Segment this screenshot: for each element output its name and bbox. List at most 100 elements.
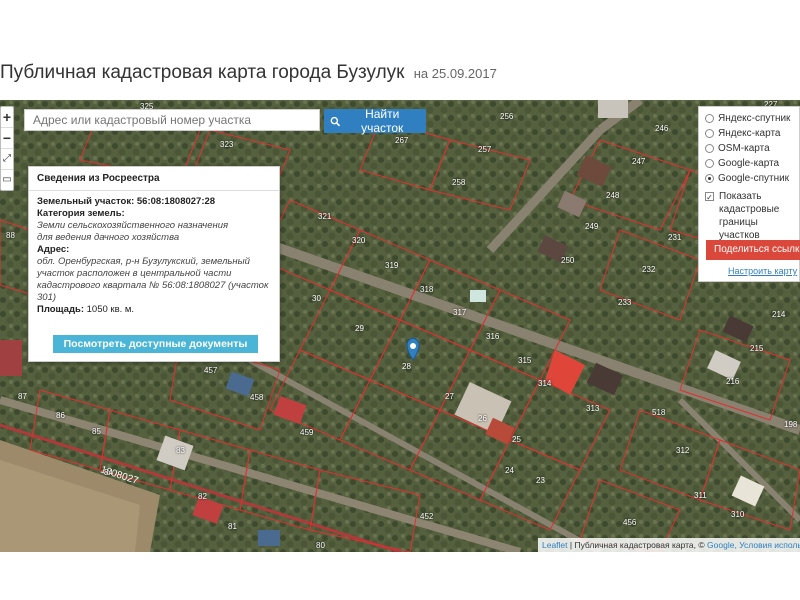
parcel-label: 28 [402,362,411,371]
copyright-icon: © [698,540,705,550]
parcel-label: 313 [586,404,600,413]
layer-option-label: Google-карта [718,158,780,169]
google-link[interactable]: Google, [707,540,737,550]
category-label: Категория земель: [37,208,125,219]
area-value: 1050 кв. м. [86,304,135,315]
parcel-label: 459 [300,428,314,437]
parcel-label: 84 [104,468,113,477]
share-link-button[interactable]: Поделиться ссылкой [706,240,800,260]
parcel-number: 56:08:1808027:28 [136,196,216,207]
map-attribution: Leaflet | Публичная кадастровая карта, ©… [538,538,800,552]
checkbox-checked-icon: ✓ [705,192,714,202]
address-label: Адрес: [37,244,70,255]
layer-option-label: Яндекс-спутник [718,113,791,124]
address-value: обл. Оренбургская, р-н Бузулукский, земе… [37,256,269,303]
layer-option-osm-map[interactable]: OSM-карта [699,141,799,156]
category-line1: Земли сельскохозяйственного назначения [37,220,229,231]
parcel-label: 310 [731,510,745,519]
show-borders-label: Показать кадастровые границы участков [719,191,780,241]
leaflet-link[interactable]: Leaflet [542,540,568,550]
parcel-label: 231 [668,233,682,242]
parcel-label: 250 [561,256,575,265]
category-line2: для ведения дачного хозяйства [37,232,180,243]
zoom-control: + − ⤢ ▭ [0,106,14,191]
radio-icon [705,129,714,138]
parcel-label: 256 [500,112,514,121]
view-documents-button[interactable]: Посмотреть доступные документы [53,335,258,353]
parcel-label: 312 [676,446,690,455]
parcel-label: 233 [618,298,632,307]
parcel-label: 248 [606,191,620,200]
radio-icon [705,144,714,153]
parcel-label: 258 [452,178,466,187]
parcel-label: 25 [512,435,521,444]
show-borders-checkbox[interactable]: ✓ Показать кадастровые границы участков [699,186,799,242]
radio-selected-icon [705,174,714,183]
find-parcel-button[interactable]: Найти участок [324,107,426,135]
parcel-label: 23 [536,476,545,485]
parcel-label: 29 [355,324,364,333]
parcel-label: 452 [420,512,434,521]
terms-link[interactable]: Условия использования [739,540,800,550]
setup-map-link[interactable]: Настроить карту [728,266,797,276]
parcel-label: 80 [316,541,325,550]
layer-option-yandex-map[interactable]: Яндекс-карта [699,126,799,141]
parcel-label: 83 [176,446,185,455]
parcel-label: 81 [228,522,237,531]
parcel-label: 30 [312,294,321,303]
parcel-label: 87 [18,392,27,401]
parcel-label: 26 [478,414,487,423]
parcel-label: 311 [694,491,707,500]
parcel-label: 214 [772,310,786,319]
search-input[interactable] [24,109,320,131]
info-panel-header: Сведения из Росреестра [29,167,279,191]
parcel-label: 518 [652,408,666,417]
attribution-text: Публичная кадастровая карта, [574,540,697,550]
parcel-label: 458 [250,393,264,402]
parcel-label: 316 [486,332,500,341]
parcel-label: 86 [56,411,65,420]
search-icon [330,116,341,126]
parcel-label: 257 [478,145,492,154]
radio-icon [705,159,714,168]
parcel-label: 27 [445,392,454,401]
layer-option-label: OSM-карта [718,143,770,154]
fullscreen-icon[interactable]: ⤢ [1,149,13,170]
layer-option-label: Google-спутник [718,173,790,184]
parcel-label: 216 [726,377,740,386]
parcel-label-text: Земельный участок: [37,196,135,207]
parcel-label: 85 [92,427,101,436]
parcel-label: 247 [632,157,646,166]
parcel-label: 323 [220,140,234,149]
parcel-label: 232 [642,265,656,274]
layer-option-google-map[interactable]: Google-карта [699,156,799,171]
rosreestr-info-panel: Сведения из Росреестра Земельный участок… [28,166,280,362]
parcel-label: 267 [395,136,409,145]
area-label: Площадь: [37,304,84,315]
parcel-label: 318 [420,285,434,294]
parcel-label: 457 [204,366,218,375]
zoom-in-button[interactable]: + [1,107,13,128]
parcel-label: 215 [750,344,764,353]
parcel-label: 88 [6,231,15,240]
layer-option-yandex-satellite[interactable]: Яндекс-спутник [699,111,799,126]
parcel-label: 246 [655,124,669,133]
parcel-label: 317 [453,308,467,317]
page-title: Публичная кадастровая карта города Бузул… [0,62,800,92]
parcel-label: 314 [538,379,552,388]
parcel-label: 319 [385,261,399,270]
zoom-out-button[interactable]: − [1,128,13,149]
parcel-label: 315 [518,356,532,365]
find-parcel-label: Найти участок [361,107,404,135]
parcel-label: 456 [623,518,637,527]
layer-option-label: Яндекс-карта [718,128,781,139]
parcel-label: 82 [198,492,207,501]
parcel-label: 24 [505,466,514,475]
measure-icon[interactable]: ▭ [1,170,13,190]
layer-option-google-satellite[interactable]: Google-спутник [699,171,799,186]
parcel-label: 321 [318,212,332,221]
parcel-label: 249 [585,222,599,231]
page-date: на 25.09.2017 [413,66,497,81]
radio-icon [705,114,714,123]
parcel-label: 198 [784,420,798,429]
